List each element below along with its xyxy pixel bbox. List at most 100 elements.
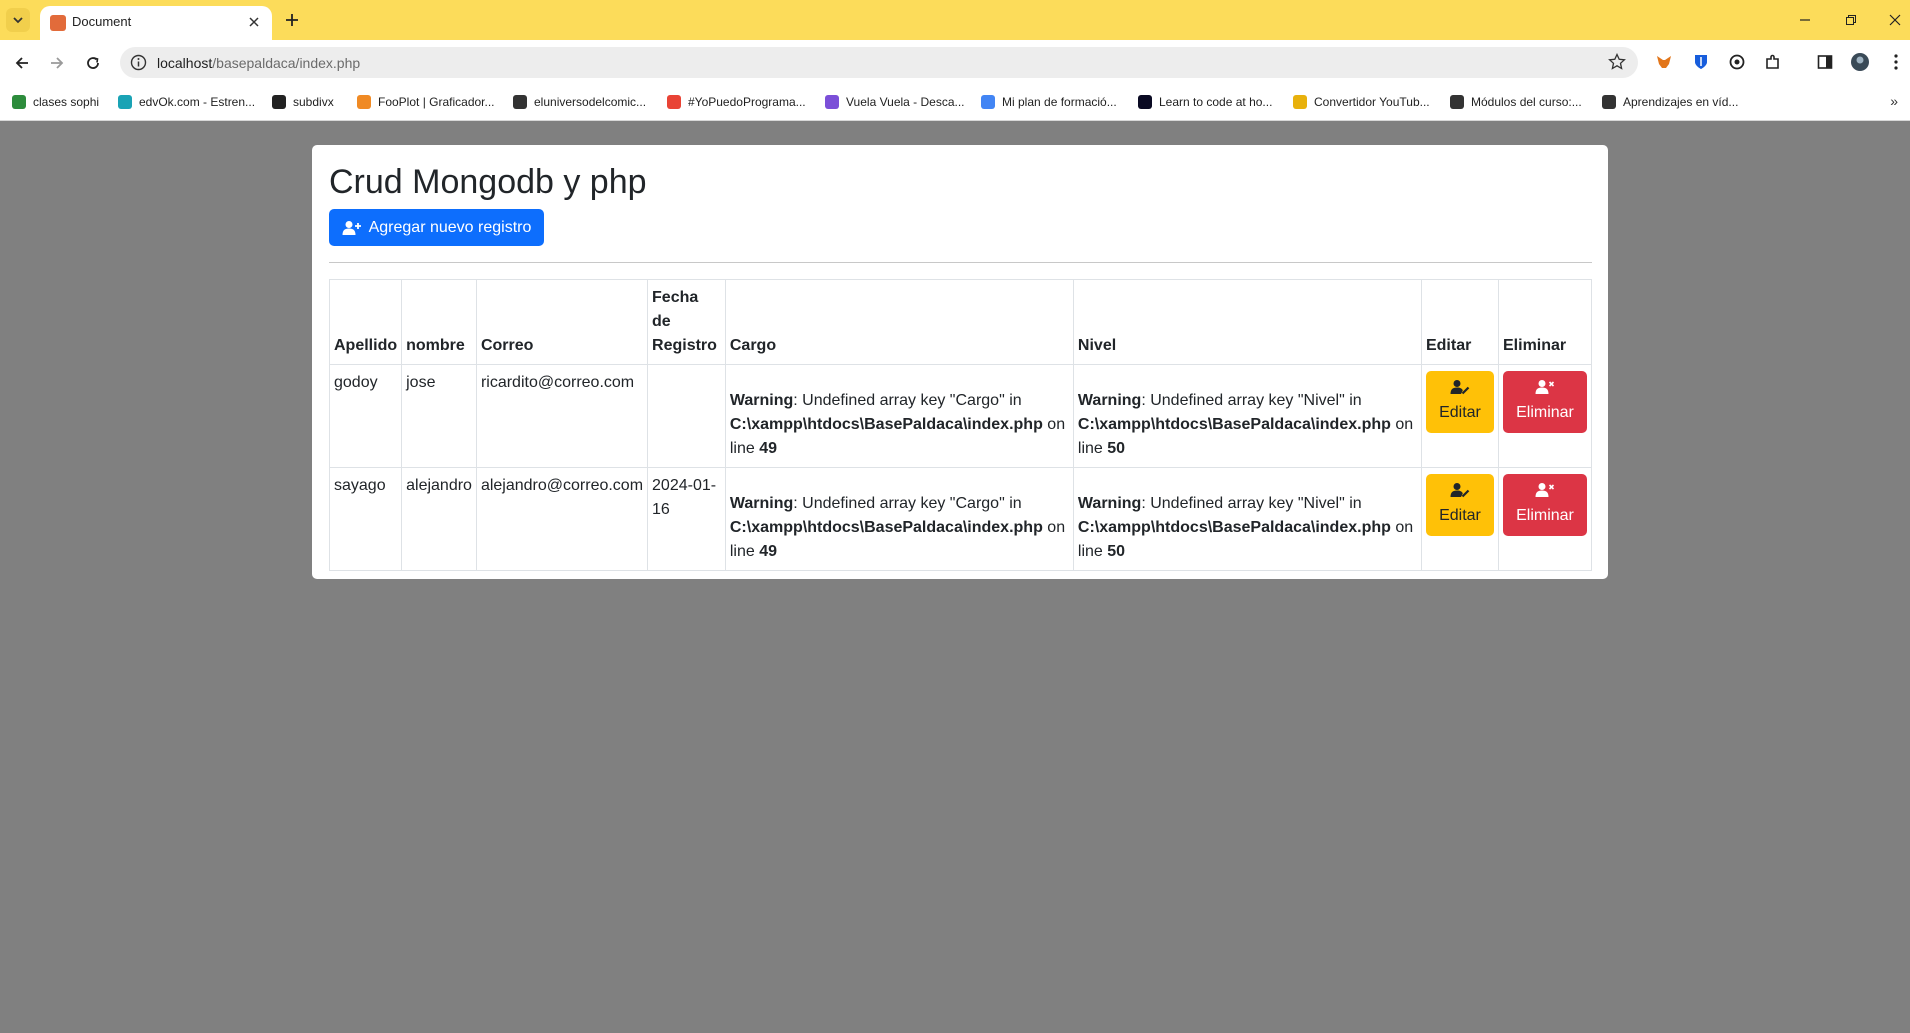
bookmark-star-icon[interactable] (1608, 53, 1626, 71)
url-text[interactable]: localhost/basepaldaca/index.php (157, 55, 360, 71)
php-warning: Warning: Undefined array key "Nivel" in … (1078, 389, 1417, 461)
edit-button[interactable]: Editar (1425, 371, 1494, 433)
side-panel-icon[interactable] (1815, 52, 1835, 72)
add-record-button[interactable]: Agregar nuevo registro (329, 209, 544, 246)
bookmark-item[interactable]: FooPlot | Graficador... (357, 92, 495, 112)
cell-editar: Editar (1420, 467, 1500, 571)
more-bookmarks-chevron-icon[interactable]: » (1890, 93, 1898, 109)
bookmark-label: clases sophi (33, 95, 100, 109)
warning-line-number: 50 (1107, 543, 1126, 560)
cell-cargo: Warning: Undefined array key "Cargo" in … (724, 467, 1074, 571)
bookmark-item[interactable]: #YoPuedoPrograma... (667, 92, 806, 112)
cell-correo: ricardito@correo.com (475, 364, 649, 468)
restore-icon[interactable] (1836, 8, 1866, 32)
bookmark-label: Mi plan de formació... (1002, 95, 1117, 109)
bookmark-item[interactable]: Convertidor YouTub... (1293, 92, 1430, 112)
bookmark-label: #YoPuedoPrograma... (688, 95, 806, 109)
bookmark-favicon-icon (272, 95, 286, 109)
address-bar[interactable]: localhost/basepaldaca/index.php (120, 47, 1638, 78)
page-title: Crud Mongodb y php (329, 163, 647, 201)
reload-icon[interactable] (80, 50, 106, 76)
user-delete-icon (1535, 483, 1555, 497)
warning-label: Warning (1077, 392, 1142, 409)
table-row: godoy jose ricardito@correo.com Warning:… (328, 364, 1592, 468)
warning-message: : Undefined array key "Nivel" in (1141, 392, 1362, 409)
warning-file: C:\xampp\htdocs\BasePaldaca\index.php (729, 416, 1043, 433)
header-nivel: Nivel (1072, 279, 1422, 365)
bookmark-favicon-icon (513, 95, 527, 109)
bookmark-label: Vuela Vuela - Desca... (846, 95, 965, 109)
close-tab-icon[interactable] (246, 14, 262, 30)
bookmark-label: Learn to code at ho... (1159, 95, 1273, 109)
php-warning: Warning: Undefined array key "Cargo" in … (730, 389, 1069, 461)
bookmark-favicon-icon (825, 95, 839, 109)
bookmark-item[interactable]: eluniversodelcomic... (513, 92, 646, 112)
delete-button[interactable]: Eliminar (1503, 371, 1587, 433)
bookmark-item[interactable]: edvOk.com - Estren... (118, 92, 255, 112)
bookmark-label: Módulos del curso:... (1471, 95, 1582, 109)
bookmark-favicon-icon (12, 95, 26, 109)
edit-button[interactable]: Editar (1425, 474, 1494, 536)
extension-circles-icon[interactable] (1727, 52, 1747, 72)
cell-nivel: Warning: Undefined array key "Nivel" in … (1072, 364, 1422, 468)
bookmark-item[interactable]: Aprendizajes en víd... (1602, 92, 1738, 112)
bookmark-label: eluniversodelcomic... (534, 95, 647, 109)
bookmark-favicon-icon (1293, 95, 1307, 109)
user-edit-icon (1450, 380, 1470, 395)
minimize-icon[interactable] (1790, 8, 1820, 32)
warning-line-number: 49 (759, 440, 778, 457)
back-arrow-icon[interactable] (9, 50, 35, 76)
header-fecha: Fecha de Registro (647, 279, 726, 365)
bookmark-item[interactable]: Módulos del curso:... (1450, 92, 1582, 112)
bookmark-item[interactable]: Mi plan de formació... (981, 92, 1117, 112)
bookmark-item[interactable]: Vuela Vuela - Desca... (825, 92, 965, 112)
header-nombre: nombre (401, 279, 477, 365)
cell-apellido: sayago (328, 467, 403, 571)
cell-cargo: Warning: Undefined array key "Cargo" in … (724, 364, 1074, 468)
warning-message: : Undefined array key "Nivel" in (1141, 495, 1362, 512)
bookmark-favicon-icon (981, 95, 995, 109)
table-header-row: Apellido nombre Correo Fecha de Registro… (328, 279, 1592, 365)
extensions-puzzle-icon[interactable] (1763, 52, 1783, 72)
bookmark-item[interactable]: clases sophi (12, 92, 99, 112)
table-row: sayago alejandro alejandro@correo.com 20… (328, 467, 1592, 571)
cell-editar: Editar (1420, 364, 1500, 468)
add-record-label: Agregar nuevo registro (368, 218, 532, 236)
site-info-icon[interactable] (130, 54, 147, 71)
warning-message: : Undefined array key "Cargo" in (793, 392, 1022, 409)
header-eliminar: Eliminar (1498, 279, 1592, 365)
add-user-icon (342, 220, 361, 235)
php-warning: Warning: Undefined array key "Cargo" in … (730, 492, 1069, 564)
bookmark-item[interactable]: Learn to code at ho... (1138, 92, 1272, 112)
cell-nombre: alejandro (401, 467, 477, 571)
records-table: Apellido nombre Correo Fecha de Registro… (328, 279, 1592, 571)
bookmark-label: Aprendizajes en víd... (1623, 95, 1739, 109)
delete-button[interactable]: Eliminar (1503, 474, 1587, 536)
warning-label: Warning (1077, 495, 1142, 512)
warning-file: C:\xampp\htdocs\BasePaldaca\index.php (1077, 519, 1391, 536)
tab-search-chevron-icon[interactable] (6, 8, 30, 32)
browser-tab[interactable]: Document (40, 6, 272, 40)
chrome-menu-icon[interactable] (1886, 52, 1906, 72)
url-host: localhost (157, 55, 213, 71)
bookmark-favicon-icon (118, 95, 132, 109)
bitwarden-shield-icon[interactable] (1691, 52, 1711, 72)
browser-toolbar: localhost/basepaldaca/index.php (0, 40, 1910, 85)
bookmark-favicon-icon (1602, 95, 1616, 109)
delete-label: Eliminar (1516, 404, 1574, 421)
new-tab-plus-icon[interactable] (280, 8, 304, 32)
bookmark-label: edvOk.com - Estren... (139, 95, 256, 109)
warning-line-number: 49 (759, 543, 778, 560)
forward-arrow-icon[interactable] (44, 50, 70, 76)
profile-avatar-icon[interactable] (1850, 52, 1870, 72)
tab-bar: Document (0, 0, 1910, 40)
main-card: Crud Mongodb y php Agregar nuevo registr… (312, 145, 1608, 579)
bookmark-label: Convertidor YouTub... (1314, 95, 1430, 109)
header-correo: Correo (475, 279, 649, 365)
close-window-icon[interactable] (1880, 8, 1910, 32)
metamask-fox-icon[interactable] (1654, 52, 1674, 72)
bookmark-item[interactable]: subdivx (272, 92, 334, 112)
bookmarks-bar: clases sophi edvOk.com - Estren... subdi… (0, 85, 1910, 121)
cell-nivel: Warning: Undefined array key "Nivel" in … (1072, 467, 1422, 571)
edit-label: Editar (1439, 404, 1481, 421)
